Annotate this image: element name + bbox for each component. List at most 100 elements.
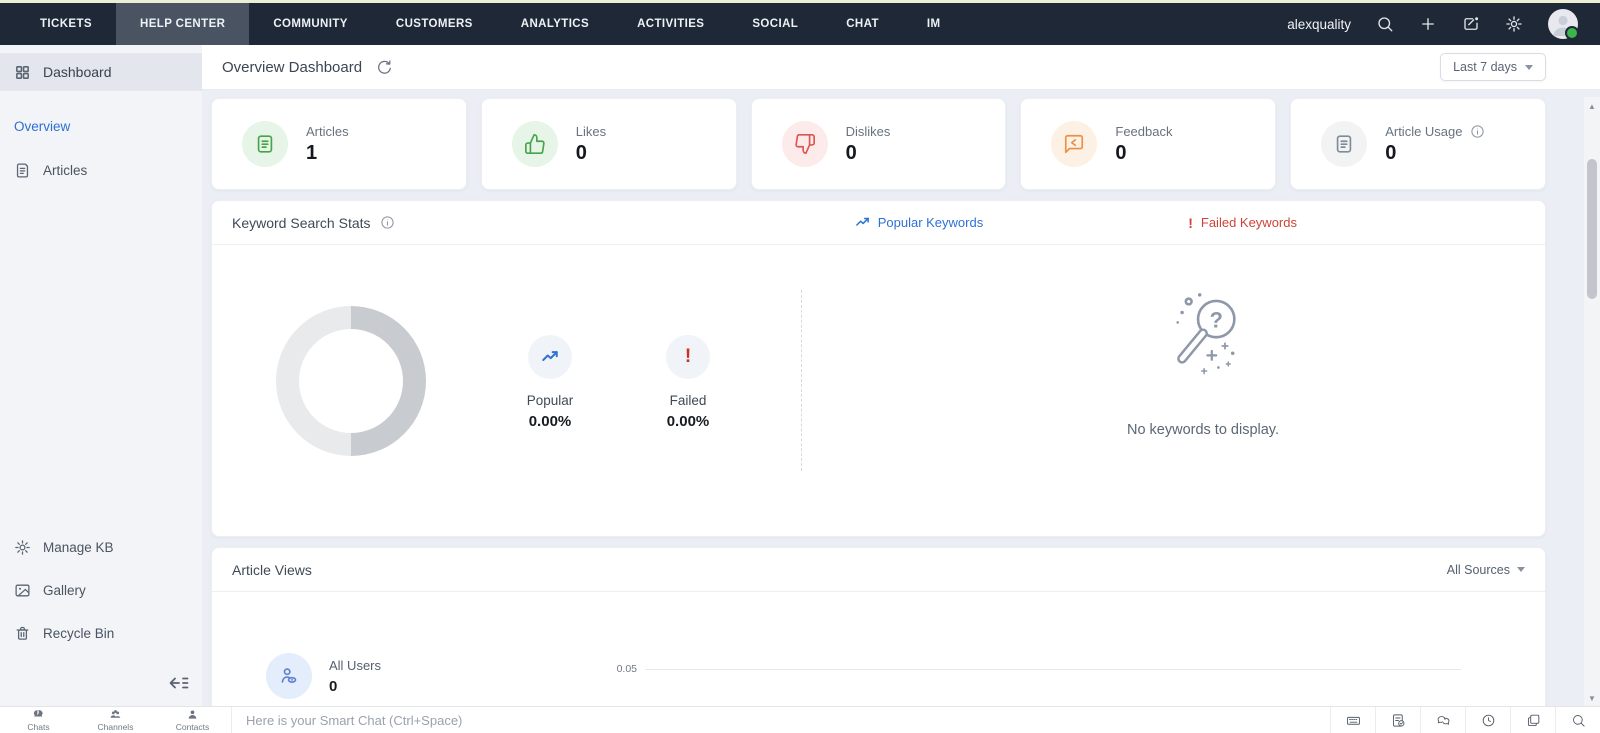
history-clock-icon[interactable] <box>1465 707 1510 733</box>
contacts-label: Contacts <box>176 722 210 732</box>
keywords-empty-state: ? No keywords to display. <box>1043 285 1363 438</box>
recycle-bin-trash-icon <box>14 625 31 642</box>
failed-stat-label: Failed <box>643 393 733 408</box>
keyword-search-stats-panel: Keyword Search Stats Popular Keywords ! <box>211 200 1546 537</box>
sidebar-dashboard-label: Dashboard <box>43 64 112 80</box>
all-users-value: 0 <box>329 678 337 695</box>
exclamation-icon: ! <box>666 335 710 379</box>
nav-tab-social[interactable]: SOCIAL <box>728 3 822 45</box>
chevron-down-icon <box>1525 65 1533 70</box>
dashboard-grid-icon <box>14 64 31 81</box>
stat-value: 0 <box>576 142 606 165</box>
nav-right-cluster: alexquality <box>1287 3 1600 45</box>
stat-value: 1 <box>306 142 349 165</box>
failed-keywords-label: Failed Keywords <box>1201 215 1297 230</box>
stat-card-likes: Likes 0 <box>481 98 737 190</box>
popular-keywords-link[interactable]: Popular Keywords <box>855 215 984 231</box>
nav-tab-help-center[interactable]: HELP CENTER <box>116 3 249 45</box>
stat-value: 0 <box>1385 142 1484 165</box>
popular-stat: Popular 0.00% <box>505 335 595 430</box>
trending-up-icon <box>528 335 572 379</box>
channels-button[interactable]: Channels <box>77 707 154 733</box>
nav-tab-customers[interactable]: CUSTOMERS <box>372 3 497 45</box>
all-sources-dropdown[interactable]: All Sources <box>1447 563 1525 577</box>
info-icon[interactable] <box>1470 124 1485 139</box>
sidebar-item-recycle-bin[interactable]: Recycle Bin <box>0 612 202 655</box>
sidebar-recycle-bin-label: Recycle Bin <box>43 626 114 641</box>
stat-label: Feedback <box>1115 124 1172 139</box>
date-range-label: Last 7 days <box>1453 60 1517 74</box>
online-status-dot <box>1565 26 1579 40</box>
chats-label: Chats <box>27 722 49 732</box>
article-views-header: Article Views All Sources <box>212 548 1545 592</box>
sidebar-manage-kb-label: Manage KB <box>43 540 114 555</box>
article-views-body: All Users 0 0.05 <box>212 592 1545 707</box>
add-icon[interactable] <box>1419 15 1437 33</box>
sidebar-articles-label: Articles <box>43 163 87 178</box>
sidebar-item-overview[interactable]: Overview <box>0 107 202 145</box>
feedback-notification-icon[interactable] <box>1462 15 1480 33</box>
sidebar-item-dashboard[interactable]: Dashboard <box>0 53 202 91</box>
sidebar-item-gallery[interactable]: Gallery <box>0 569 202 612</box>
nav-tab-community[interactable]: COMMUNITY <box>249 3 372 45</box>
y-axis-tick-label: 0.05 <box>593 663 637 675</box>
failed-stat: ! Failed 0.00% <box>643 335 733 430</box>
left-sidebar: Dashboard Overview Articles Manage KB Ga… <box>0 45 203 707</box>
scrollbar-up-arrow[interactable]: ▲ <box>1584 99 1600 113</box>
stat-label: Dislikes <box>846 124 891 139</box>
chevron-down-icon <box>1517 567 1525 572</box>
search-icon[interactable] <box>1555 707 1600 733</box>
magnifier-question-illustration: ? <box>1148 285 1258 395</box>
scrollbar-down-arrow[interactable]: ▼ <box>1584 691 1600 705</box>
stat-card-feedback: Feedback 0 <box>1020 98 1276 190</box>
refresh-icon[interactable] <box>376 59 393 76</box>
sidebar-item-articles[interactable]: Articles <box>0 151 202 189</box>
stat-label: Articles <box>306 124 349 139</box>
portal-name[interactable]: alexquality <box>1287 17 1351 32</box>
nav-tab-analytics[interactable]: ANALYTICS <box>497 3 613 45</box>
sidebar-overview-label: Overview <box>14 119 70 134</box>
search-icon[interactable] <box>1376 15 1394 33</box>
info-icon[interactable] <box>380 215 395 230</box>
popular-keywords-label: Popular Keywords <box>878 215 984 230</box>
stat-label: Article Usage <box>1385 124 1462 139</box>
articles-document-icon <box>242 121 288 167</box>
stat-value: 0 <box>846 142 891 165</box>
nav-tab-chat[interactable]: CHAT <box>822 3 903 45</box>
vertical-scrollbar[interactable]: ▲ ▼ <box>1584 97 1600 707</box>
thumbs-up-icon <box>512 121 558 167</box>
contacts-button[interactable]: Contacts <box>154 707 231 733</box>
chart-gridline <box>645 669 1461 670</box>
stat-card-articles: Articles 1 <box>211 98 467 190</box>
chat-bubbles-icon[interactable] <box>1420 707 1465 733</box>
stat-label: Likes <box>576 124 606 139</box>
failed-keywords-link[interactable]: ! Failed Keywords <box>1188 215 1297 231</box>
chats-button[interactable]: Chats <box>0 707 77 733</box>
top-navigation-bar: TICKETS HELP CENTER COMMUNITY CUSTOMERS … <box>0 3 1600 45</box>
settings-gear-icon[interactable] <box>1505 15 1523 33</box>
date-range-dropdown[interactable]: Last 7 days <box>1440 53 1546 81</box>
copy-stack-icon[interactable] <box>1510 707 1555 733</box>
sidebar-item-manage-kb[interactable]: Manage KB <box>0 526 202 569</box>
all-users-icon <box>266 653 312 699</box>
smart-chat-input[interactable] <box>232 713 1330 728</box>
keyword-panel-header: Keyword Search Stats Popular Keywords ! <box>212 201 1545 245</box>
nav-tab-tickets[interactable]: TICKETS <box>16 3 116 45</box>
keyboard-shortcuts-icon[interactable] <box>1330 707 1375 733</box>
tasks-note-icon[interactable] <box>1375 707 1420 733</box>
all-users-label: All Users <box>329 658 381 673</box>
sidebar-collapse-icon[interactable] <box>166 673 190 693</box>
user-avatar[interactable] <box>1548 9 1578 39</box>
keyword-panel-title: Keyword Search Stats <box>232 215 371 231</box>
nav-tab-im[interactable]: IM <box>903 3 965 45</box>
keyword-panel-body: Popular 0.00% ! Failed 0.00% <box>212 245 1545 536</box>
nav-tab-activities[interactable]: ACTIVITIES <box>613 3 728 45</box>
stat-cards-row: Articles 1 Likes 0 Dislikes <box>211 98 1546 190</box>
stat-value: 0 <box>1115 142 1172 165</box>
trending-up-icon <box>855 215 870 230</box>
dashed-divider <box>801 290 802 471</box>
keyword-links: Popular Keywords ! Failed Keywords <box>855 215 1525 231</box>
main-content-area: Overview Dashboard Last 7 days Articles … <box>202 45 1600 707</box>
svg-text:?: ? <box>1209 307 1222 332</box>
scrollbar-thumb[interactable] <box>1587 159 1597 299</box>
